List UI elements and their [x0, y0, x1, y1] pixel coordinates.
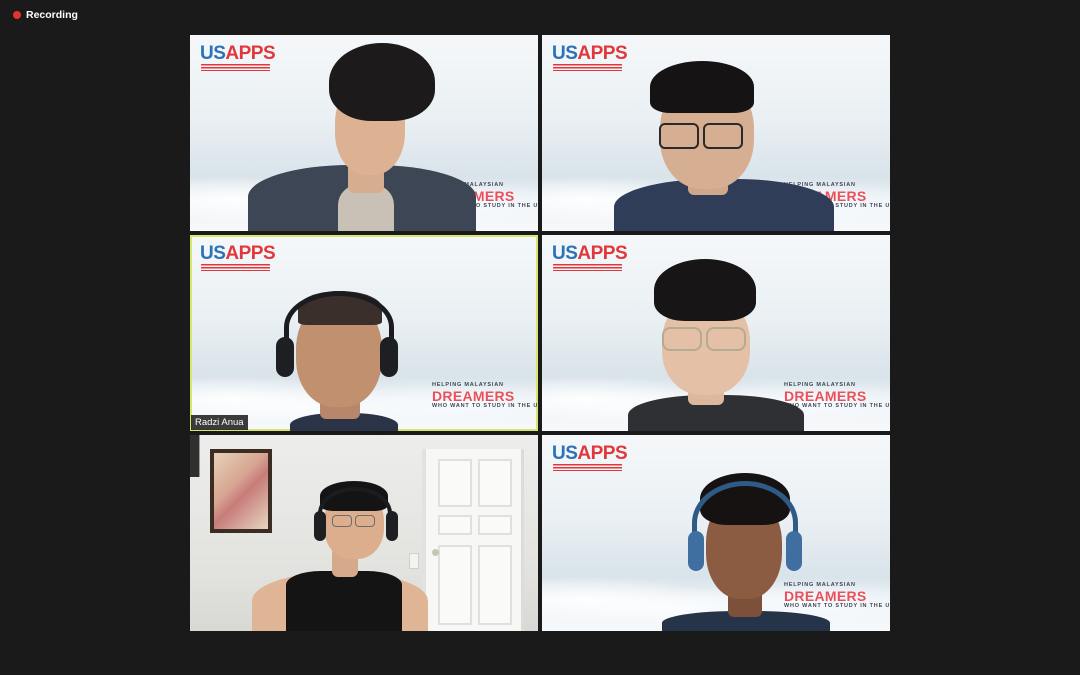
video-tile-4[interactable]: USAPPS HELPING MALAYSIAN DREAMERS WHO WA…	[542, 235, 890, 431]
participant-video	[542, 435, 890, 631]
gallery-view: USAPPS HELPING MALAYSIAN DREAMERS WHO WA…	[190, 35, 890, 631]
video-tile-active-speaker[interactable]: USAPPS HELPING MALAYSIAN DREAMERS WHO WA…	[190, 235, 538, 431]
recording-dot-icon	[13, 11, 21, 19]
participant-video	[190, 435, 538, 631]
participant-name-tag: Radzi Anua	[191, 415, 248, 430]
video-tile-2[interactable]: USAPPS HELPING MALAYSIAN DREAMERS WHO WA…	[542, 35, 890, 231]
recording-indicator[interactable]: Recording	[13, 9, 78, 21]
participant-video	[542, 235, 890, 431]
participant-video	[190, 35, 538, 231]
video-tile-5[interactable]	[190, 435, 538, 631]
participant-video	[190, 235, 538, 431]
recording-label: Recording	[26, 9, 78, 21]
meeting-window: Recording USAPPS HELPING MALAYSIAN DREAM…	[0, 0, 1080, 675]
video-tile-1[interactable]: USAPPS HELPING MALAYSIAN DREAMERS WHO WA…	[190, 35, 538, 231]
video-tile-6[interactable]: USAPPS HELPING MALAYSIAN DREAMERS WHO WA…	[542, 435, 890, 631]
participant-video	[542, 35, 890, 231]
